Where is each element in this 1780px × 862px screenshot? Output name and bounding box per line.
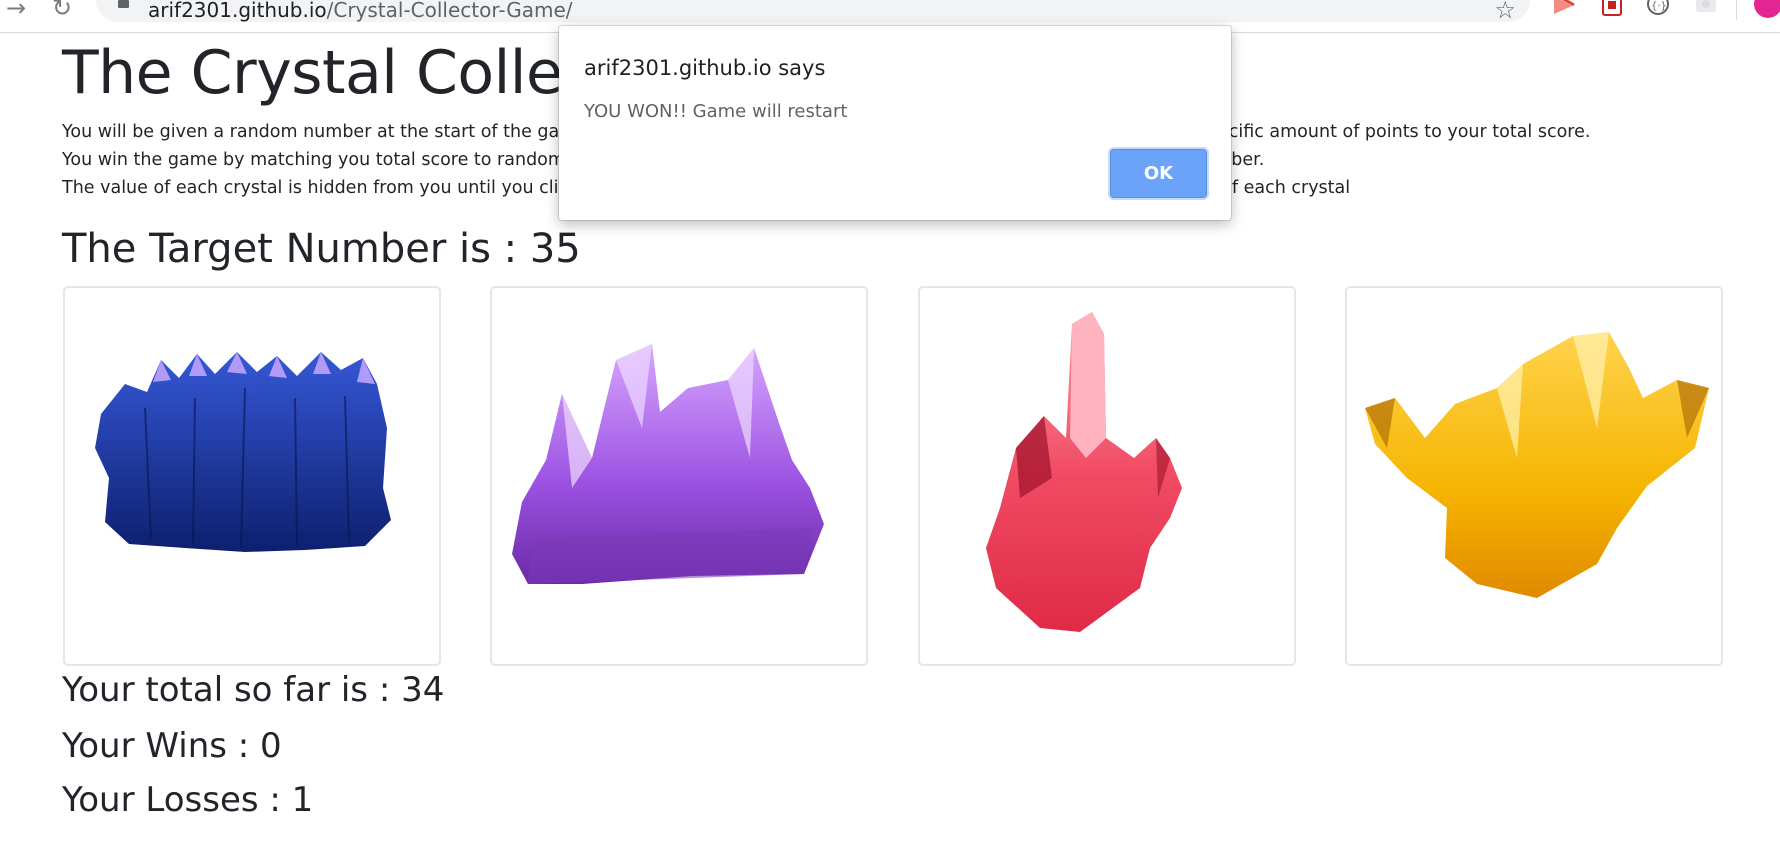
- profile-avatar[interactable]: [1754, 0, 1780, 18]
- red-crystal-image: [986, 312, 1182, 632]
- red-crystal-button[interactable]: [918, 286, 1296, 666]
- target-number: The Target Number is : 35: [62, 226, 581, 272]
- wins-counter: Your Wins : 0: [62, 726, 282, 766]
- yellow-crystal-button[interactable]: [1345, 286, 1723, 666]
- forward-arrow-icon[interactable]: →: [6, 0, 26, 20]
- extension-code-icon[interactable]: {·}: [1646, 0, 1670, 18]
- blue-crystal-image: [95, 352, 391, 552]
- alert-title: arif2301.github.io says: [584, 56, 826, 80]
- url-text[interactable]: arif2301.github.io/Crystal-Collector-Gam…: [148, 0, 573, 20]
- lock-icon[interactable]: [118, 0, 129, 8]
- total-score: Your total so far is : 34: [62, 670, 445, 710]
- extension-play-icon[interactable]: [1552, 0, 1576, 18]
- purple-crystal-image: [512, 344, 824, 584]
- svg-text:{·}: {·}: [1651, 1, 1667, 12]
- alert-message: YOU WON!! Game will restart: [584, 101, 848, 122]
- extension-camera-icon[interactable]: [1694, 0, 1718, 18]
- toolbar-divider: [1736, 0, 1737, 20]
- losses-counter: Your Losses : 1: [62, 780, 314, 820]
- blue-crystal-button[interactable]: [63, 286, 441, 666]
- yellow-crystal-image: [1365, 332, 1709, 598]
- bookmark-star-icon[interactable]: ☆: [1494, 0, 1516, 24]
- address-bar[interactable]: arif2301.github.io/Crystal-Collector-Gam…: [96, 0, 1530, 24]
- ok-button[interactable]: OK: [1110, 149, 1207, 198]
- extension-shield-icon[interactable]: [1600, 0, 1624, 18]
- alert-dialog: arif2301.github.io says YOU WON!! Game w…: [559, 26, 1231, 220]
- purple-crystal-button[interactable]: [490, 286, 868, 666]
- reload-icon[interactable]: ↻: [52, 0, 72, 20]
